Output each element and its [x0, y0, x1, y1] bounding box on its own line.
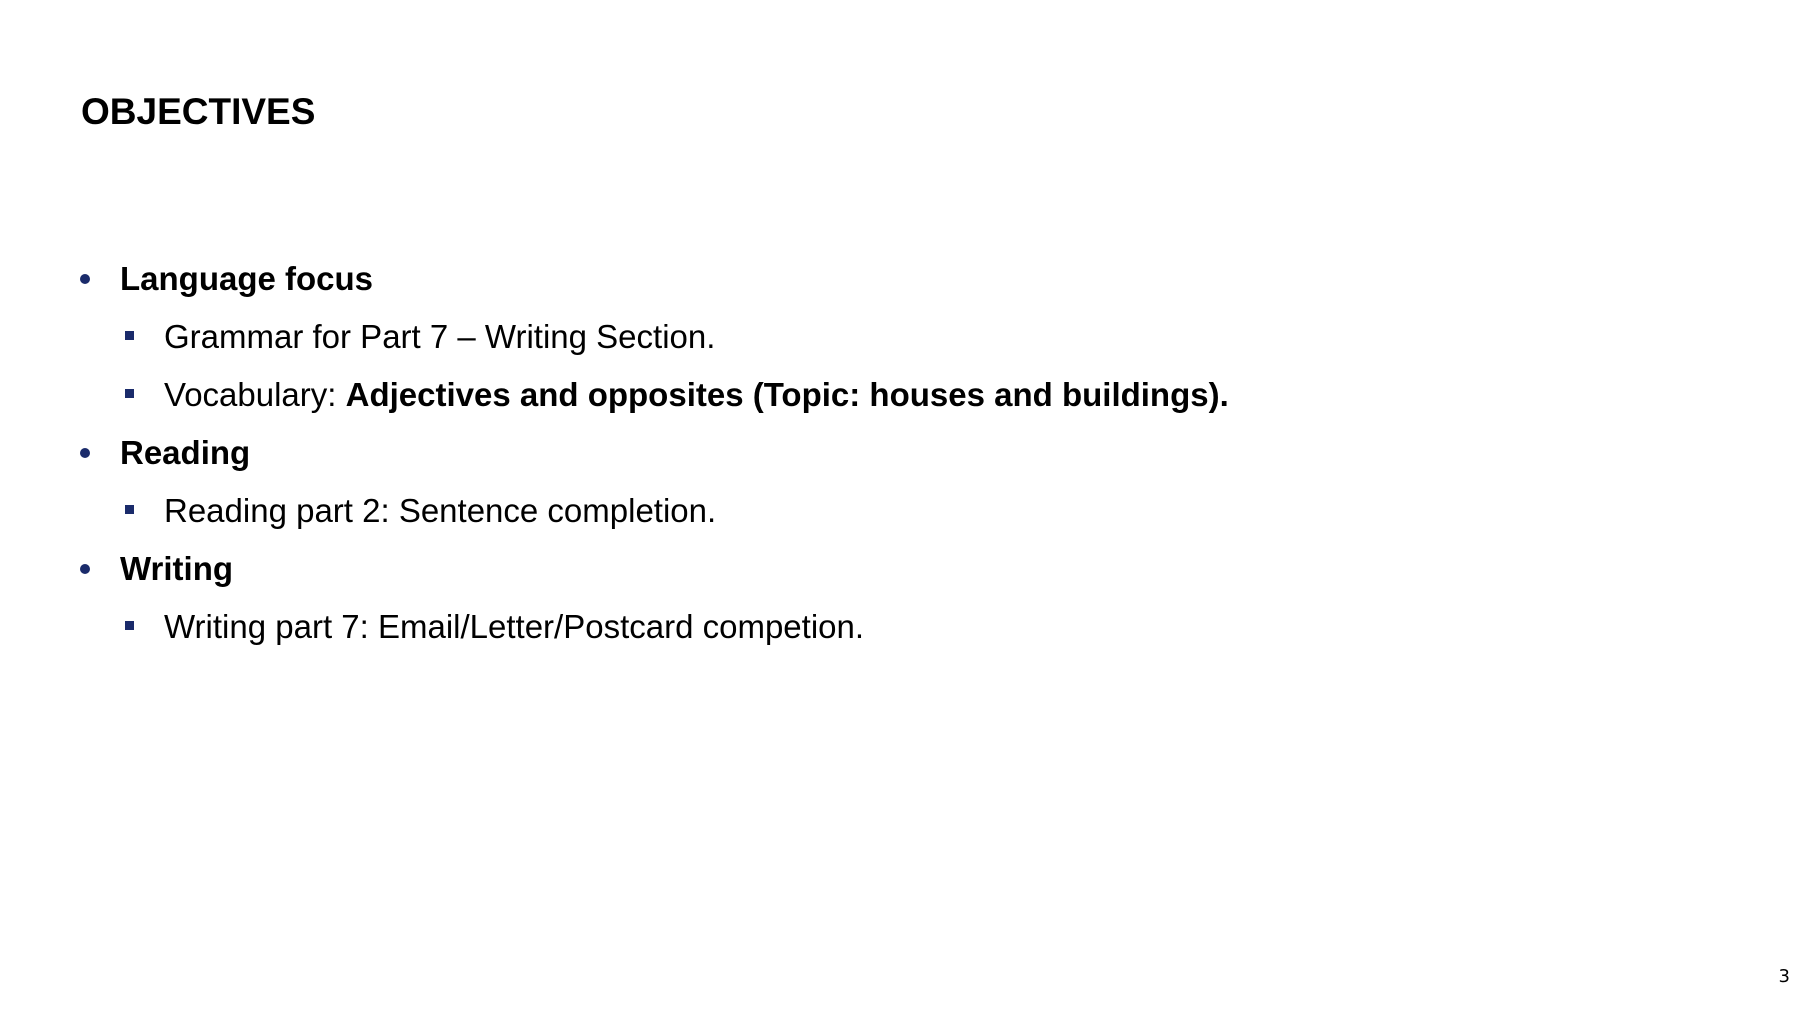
round-bullet-icon [78, 250, 92, 308]
square-bullet-icon [124, 598, 136, 656]
round-bullet-icon [78, 424, 92, 482]
vocabulary-topic: Adjectives and opposites (Topic: houses … [345, 376, 1229, 413]
square-bullet-icon [124, 308, 136, 366]
slide-title: OBJECTIVES [81, 91, 316, 132]
square-bullet-icon [124, 366, 136, 424]
round-bullet-icon [78, 540, 92, 598]
bullet-list: Language focus Grammar for Part 7 – Writ… [0, 250, 1800, 656]
bullet-label: Writing [120, 550, 234, 587]
subbullet-label: Grammar for Part 7 – Writing Section. [164, 318, 716, 355]
subbullet-writing-part-7: Writing part 7: Email/Letter/Postcard co… [0, 598, 1800, 656]
vocabulary-prefix: Vocabulary: [164, 376, 346, 413]
subbullet-label: Vocabulary: Adjectives and opposites (To… [164, 366, 1229, 424]
page-number: 3 [1778, 966, 1790, 987]
subbullet-reading-part-2: Reading part 2: Sentence completion. [0, 482, 1800, 540]
subbullet-grammar: Grammar for Part 7 – Writing Section. [0, 308, 1800, 366]
bullet-label: Reading [120, 434, 251, 471]
subbullet-label: Reading part 2: Sentence completion. [164, 492, 717, 529]
square-bullet-icon [124, 482, 136, 540]
bullet-reading: Reading [0, 424, 1800, 482]
bullet-language-focus: Language focus [0, 250, 1800, 308]
slide: OBJECTIVES Language focus Grammar for Pa… [0, 0, 1800, 1012]
subbullet-vocabulary: Vocabulary: Adjectives and opposites (To… [0, 366, 1800, 424]
bullet-label: Language focus [120, 260, 374, 297]
subbullet-label: Writing part 7: Email/Letter/Postcard co… [164, 608, 865, 645]
bullet-writing: Writing [0, 540, 1800, 598]
